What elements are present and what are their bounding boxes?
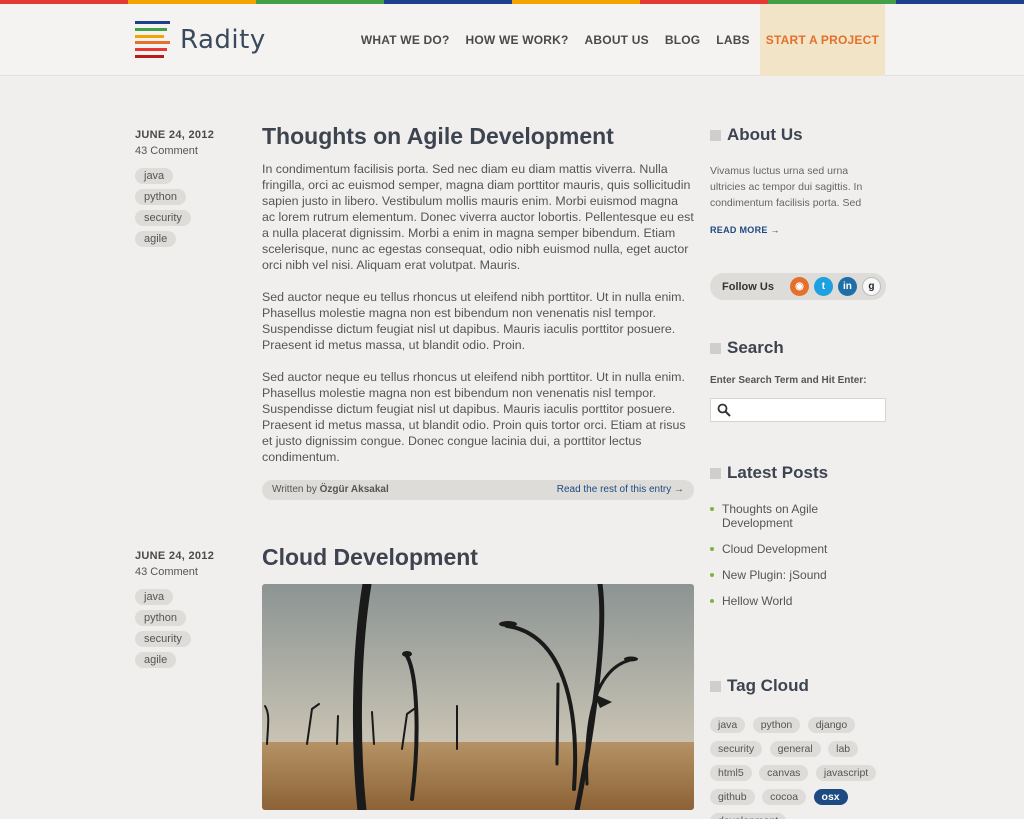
heading-square-icon [710,680,721,692]
cloud-tag[interactable]: java [710,717,746,733]
tag[interactable]: java [135,168,174,184]
about-heading-text: About Us [727,125,803,144]
post-title[interactable]: Thoughts on Agile Development [262,123,614,150]
post-tags: java python security agile [135,589,245,668]
tag[interactable]: agile [135,652,177,668]
cloud-tag[interactable]: security [710,741,763,757]
heading-square-icon [710,342,721,354]
cloud-tag[interactable]: javascript [815,765,877,781]
nav-how-we-work[interactable]: HOW WE WORK? [458,4,577,76]
follow-us-bar: Follow Us ◉ t in g [710,273,886,300]
heading-square-icon [710,467,721,479]
cloud-tag[interactable]: development [710,813,787,819]
tag[interactable]: python [135,610,187,626]
tag-cloud-heading: Tag Cloud [710,676,886,696]
tag[interactable]: java [135,589,174,605]
about-heading: About Us [710,125,886,145]
logo-bar [135,54,164,58]
post-tags: java python security agile [135,168,245,247]
post-image[interactable] [262,584,694,810]
tag[interactable]: agile [135,231,177,247]
latest-post-link[interactable]: New Plugin: jSound [710,568,886,582]
search-icon[interactable] [717,403,731,417]
search-box [710,398,886,422]
latest-heading: Latest Posts [710,463,886,483]
latest-post-link[interactable]: Hellow World [710,594,886,608]
site-logo[interactable]: Radity [135,21,266,58]
nav-blog[interactable]: BLOG [657,4,708,76]
comment-count[interactable]: 43 Comment [135,145,245,157]
cloud-tag[interactable]: general [769,741,821,757]
tag-cloud-widget: Tag Cloud java python django security ge… [710,676,886,819]
main-nav: WHAT WE DO? HOW WE WORK? ABOUT US BLOG L… [353,4,885,76]
streetlamps-photo-icon [262,584,694,810]
sidebar: About Us Vivamus luctus urna sed urna ul… [710,125,886,235]
search-widget: Search Enter Search Term and Hit Enter: [710,338,886,386]
post-footer: Written by Özgür Aksakal Read the rest o… [262,480,694,500]
post-meta: JUNE 24, 2012 43 Comment java python sec… [135,129,245,247]
nav-what-we-do[interactable]: WHAT WE DO? [353,4,458,76]
tag[interactable]: security [135,631,191,647]
logo-bar [135,48,167,52]
post-body: In condimentum facilisis porta. Sed nec … [262,161,694,481]
post-paragraph: Sed auctor neque eu tellus rhoncus ut el… [262,290,685,352]
cloud-tag[interactable]: lab [828,741,859,757]
logo-bars-icon [135,21,170,58]
post-date: JUNE 24, 2012 [135,550,215,562]
search-label: Enter Search Term and Hit Enter: [710,375,867,386]
search-heading: Search [710,338,886,358]
about-text: Vivamus luctus urna sed urna ultricies a… [710,165,863,209]
cloud-tag[interactable]: canvas [759,765,809,781]
read-rest-link[interactable]: Read the rest of this entry → [557,480,684,500]
blog-post: JUNE 24, 2012 43 Comment java python sec… [135,544,694,810]
post-paragraph: In condimentum facilisis porta. Sed nec … [262,162,694,272]
read-more-link[interactable]: READ MORE → [710,225,886,235]
nav-start-project[interactable]: START A PROJECT [759,4,885,76]
logo-bar [135,34,164,38]
tag[interactable]: python [135,189,187,205]
site-header: Radity WHAT WE DO? HOW WE WORK? ABOUT US… [0,4,1024,76]
rss-icon[interactable]: ◉ [789,277,809,296]
github-icon[interactable]: g [861,277,881,296]
tag[interactable]: security [135,210,191,226]
post-date: JUNE 24, 2012 [135,129,215,141]
cloud-tag[interactable]: cocoa [762,789,807,805]
heading-square-icon [710,129,721,141]
latest-posts-widget: Latest Posts Thoughts on Agile Developme… [710,463,886,620]
latest-post-link[interactable]: Cloud Development [710,542,886,556]
logo-bar [135,41,170,45]
post-paragraph: Sed auctor neque eu tellus rhoncus ut el… [262,370,686,464]
nav-about-us[interactable]: ABOUT US [577,4,657,76]
written-by-label: Written by [272,484,317,495]
latest-post-link[interactable]: Thoughts on Agile Development [710,502,886,530]
blog-post: JUNE 24, 2012 43 Comment java python sec… [135,123,694,500]
post-meta: JUNE 24, 2012 43 Comment java python sec… [135,550,245,668]
cloud-tag[interactable]: python [752,717,801,733]
follow-us-label: Follow Us [722,280,774,293]
logo-bar [135,21,170,24]
nav-labs[interactable]: LABS [708,4,757,76]
cloud-tag[interactable]: html5 [710,765,752,781]
search-heading-text: Search [727,338,784,357]
search-input[interactable] [735,400,875,420]
cloud-tag[interactable]: django [807,717,856,733]
cloud-tag-active[interactable]: osx [813,789,848,805]
latest-heading-text: Latest Posts [727,463,829,482]
logo-text: Radity [180,24,266,55]
tag-cloud-heading-text: Tag Cloud [727,676,809,695]
latest-posts-list: Thoughts on Agile Development Cloud Deve… [710,502,886,608]
tag-cloud: java python django security general lab … [710,715,886,819]
linkedin-icon[interactable]: in [837,277,857,296]
post-author[interactable]: Özgür Aksakal [320,484,389,495]
logo-bar [135,27,167,31]
comment-count[interactable]: 43 Comment [135,566,245,578]
twitter-icon[interactable]: t [813,277,833,296]
cloud-tag[interactable]: github [710,789,755,805]
post-title[interactable]: Cloud Development [262,544,478,571]
